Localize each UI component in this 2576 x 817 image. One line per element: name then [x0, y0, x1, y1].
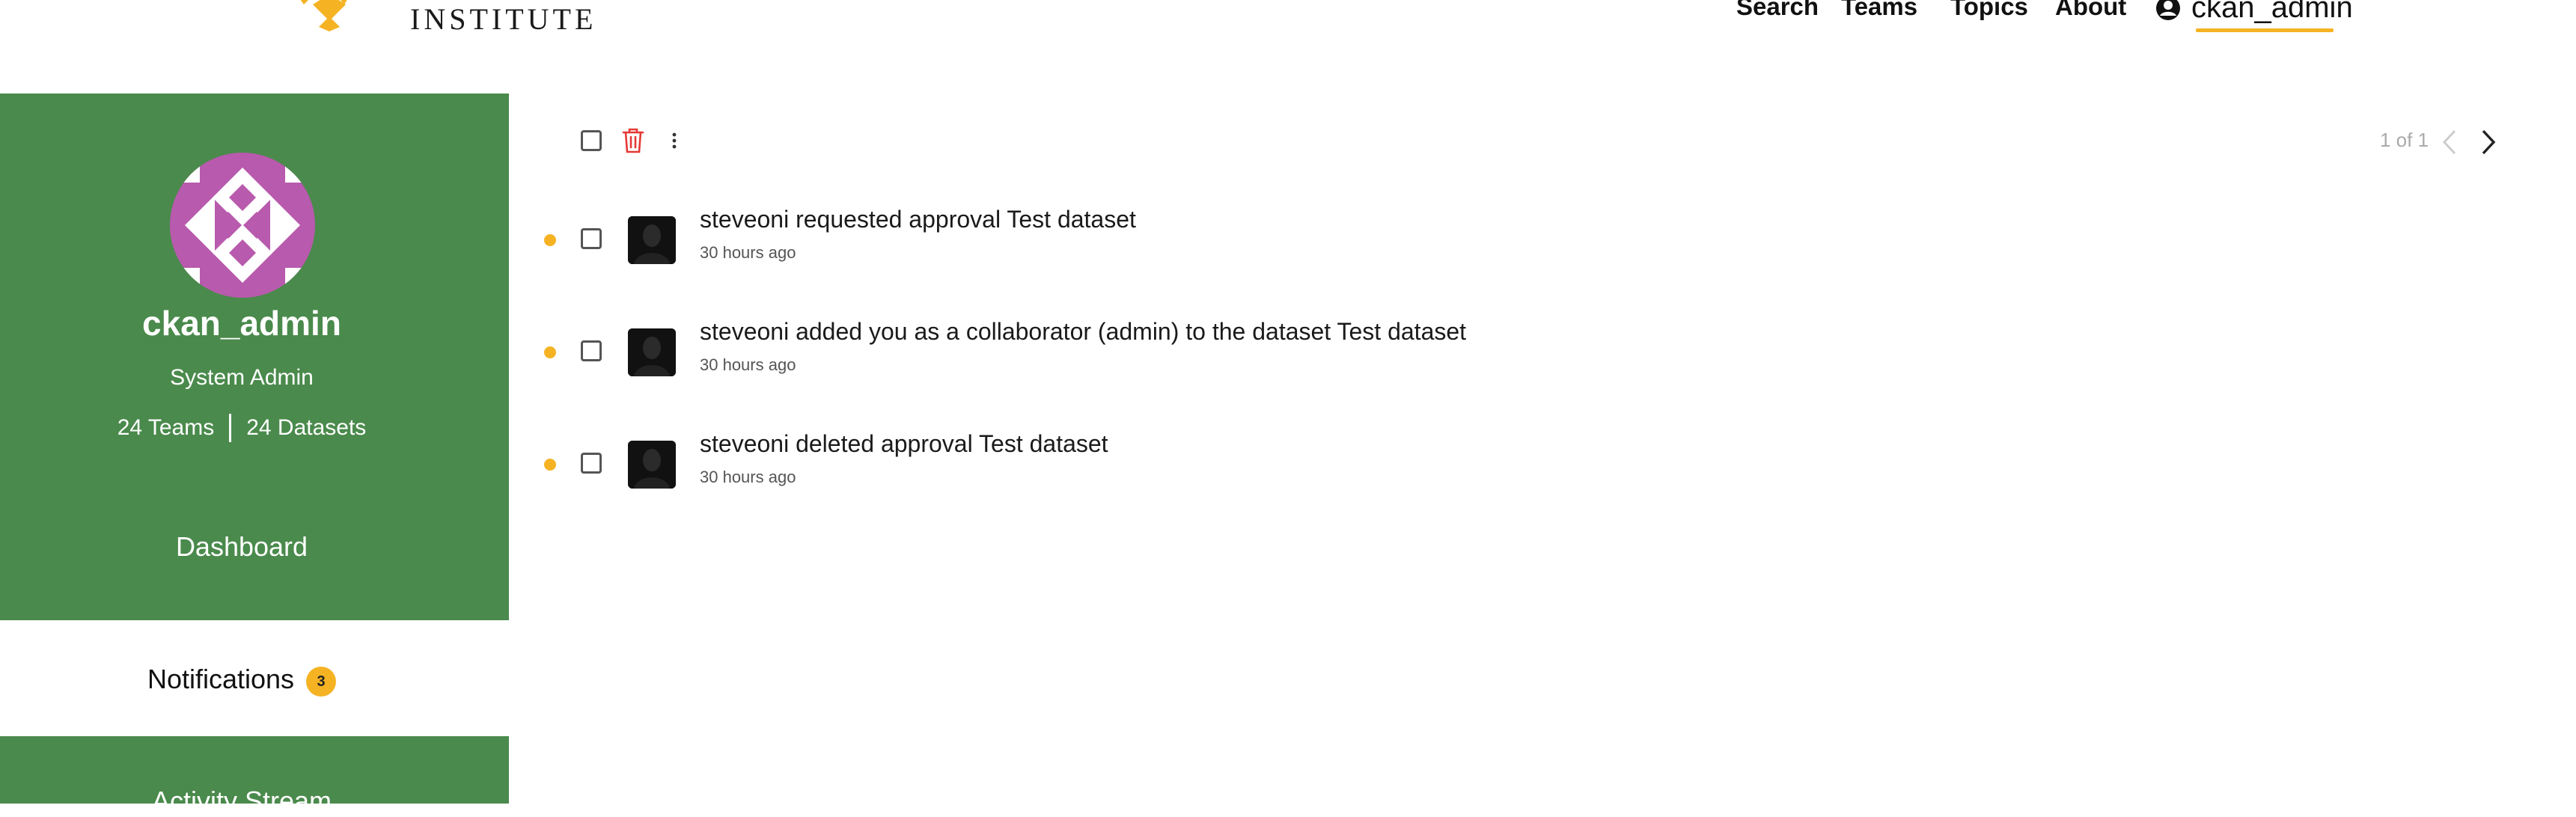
- trash-icon[interactable]: [621, 127, 645, 154]
- chevron-right-icon[interactable]: [2480, 129, 2497, 156]
- teams-count[interactable]: 24 Teams: [117, 415, 215, 441]
- notification-checkbox[interactable]: [581, 453, 602, 474]
- notifications-count-badge: 3: [306, 667, 337, 697]
- chevron-left-icon[interactable]: [2441, 129, 2458, 156]
- notification-item[interactable]: steveoni requested approval Test dataset…: [524, 206, 2545, 303]
- profile-avatar: [170, 153, 315, 298]
- nav-teams[interactable]: Teams: [1841, 0, 1917, 21]
- sidebar-item-label: Notifications: [147, 664, 295, 694]
- sidebar-item-activity-stream[interactable]: Activity Stream: [0, 786, 483, 817]
- avatar: [628, 441, 676, 489]
- notification-checkbox[interactable]: [581, 228, 602, 249]
- user-menu-label: ckan_admin: [2191, 0, 2353, 24]
- notification-time: 30 hours ago: [700, 243, 796, 262]
- notification-checkbox[interactable]: [581, 340, 602, 361]
- kebab-menu-icon[interactable]: [668, 132, 680, 150]
- profile-username: ckan_admin: [142, 304, 341, 343]
- user-circle-icon: [2156, 0, 2180, 20]
- institute-logo[interactable]: [277, 0, 382, 31]
- user-menu[interactable]: ckan_admin: [2155, 0, 2353, 25]
- notification-item[interactable]: steveoni added you as a collaborator (ad…: [524, 318, 2545, 415]
- unread-dot: [544, 346, 556, 358]
- select-all-checkbox[interactable]: [581, 130, 602, 151]
- notification-time: 30 hours ago: [700, 468, 796, 486]
- notification-item[interactable]: steveoni deleted approval Test dataset 3…: [524, 430, 2545, 527]
- pagination-label: 1 of 1: [2380, 129, 2429, 151]
- avatar: [628, 328, 676, 376]
- profile-counts: 24 Teams 24 Datasets: [0, 414, 483, 442]
- brand-name: INSTITUTE: [410, 2, 597, 36]
- nav-search[interactable]: Search: [1736, 0, 1819, 21]
- unread-dot: [544, 459, 556, 471]
- profile-role: System Admin: [170, 365, 314, 390]
- top-header: INSTITUTE Search Teams Topics About ckan…: [0, 0, 2576, 94]
- notification-title[interactable]: steveoni deleted approval Test dataset: [700, 430, 1108, 458]
- avatar: [628, 216, 676, 264]
- nav-about[interactable]: About: [2055, 0, 2126, 21]
- notification-title[interactable]: steveoni requested approval Test dataset: [700, 206, 1136, 233]
- sidebar-item-notifications[interactable]: Notifications 3: [0, 620, 509, 736]
- counts-divider: [229, 414, 232, 442]
- nav-topics[interactable]: Topics: [1950, 0, 2028, 21]
- unread-dot: [544, 234, 556, 246]
- notification-title[interactable]: steveoni added you as a collaborator (ad…: [700, 318, 1466, 346]
- datasets-count[interactable]: 24 Datasets: [246, 415, 366, 441]
- active-nav-underline: [2196, 28, 2334, 32]
- sidebar-item-dashboard[interactable]: Dashboard: [0, 531, 483, 563]
- notification-time: 30 hours ago: [700, 355, 796, 374]
